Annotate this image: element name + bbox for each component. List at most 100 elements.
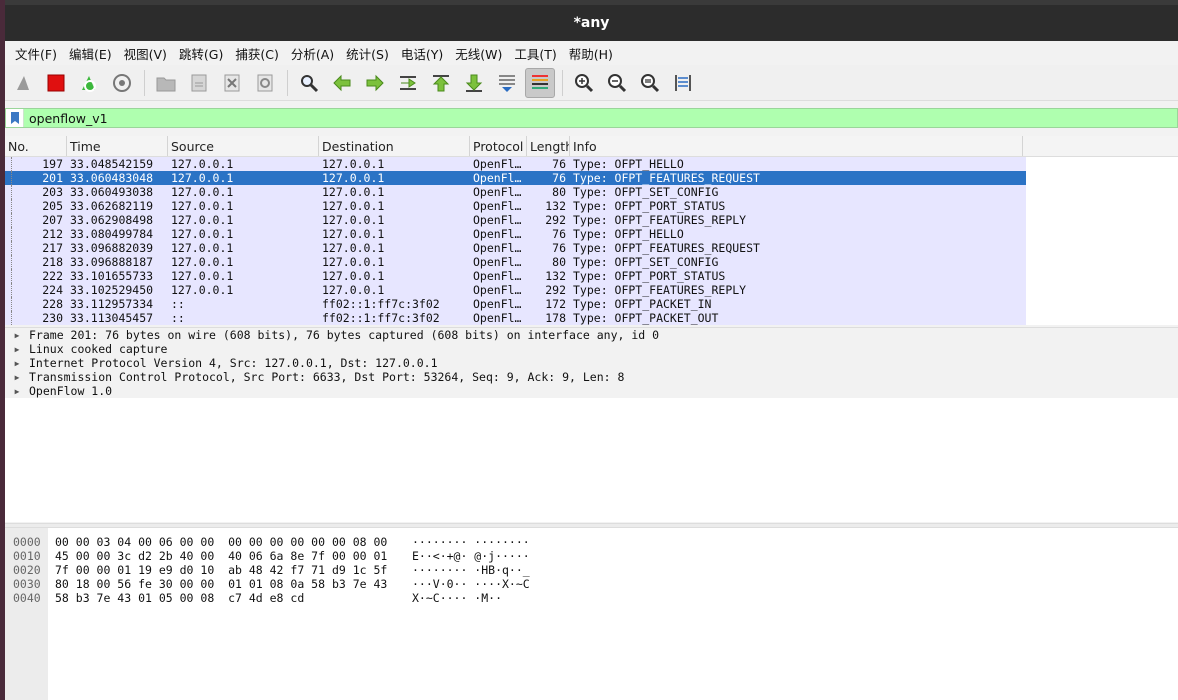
packet-protocol: OpenFl…	[473, 185, 522, 199]
packet-length: 76	[552, 157, 566, 171]
open-file-button[interactable]	[151, 68, 181, 98]
resize-columns-button[interactable]	[668, 68, 698, 98]
zoom-out-button[interactable]	[602, 68, 632, 98]
packet-length: 76	[552, 171, 566, 185]
ascii-bytes[interactable]: ···V·0·· ····X·~C	[412, 577, 530, 591]
packet-number: 222	[42, 269, 63, 283]
resize-columns-icon	[675, 74, 691, 91]
packet-info: Type: OFPT_FEATURES_REQUEST	[573, 171, 760, 185]
auto-scroll-button[interactable]	[492, 68, 522, 98]
packet-time: 33.060483048	[70, 171, 154, 185]
menu-item[interactable]: 电话(Y)	[395, 44, 449, 63]
expand-arrow-icon[interactable]: ▶	[5, 359, 29, 368]
packet-row[interactable]: 203 33.060493038 127.0.0.1 127.0.0.1 OpenFl……	[5, 185, 1178, 199]
hex-offset: 0010	[13, 549, 41, 563]
colorize-button[interactable]	[525, 67, 555, 98]
detail-tree-item[interactable]: ▶ Transmission Control Protocol, Src Port…	[5, 370, 1178, 384]
packet-row[interactable]: 197 33.048542159 127.0.0.1 127.0.0.1 OpenFl……	[5, 157, 1178, 171]
ascii-bytes[interactable]: X·~C···· ·M··	[412, 591, 502, 605]
auto-scroll-icon	[499, 74, 515, 92]
packet-row[interactable]: 217 33.096882039 127.0.0.1 127.0.0.1 OpenFl……	[5, 241, 1178, 255]
packet-length: 80	[552, 255, 566, 269]
menu-item[interactable]: 帮助(H)	[563, 44, 619, 63]
packet-time: 33.113045457	[70, 311, 154, 325]
hex-bytes[interactable]: 7f 00 00 01 19 e9 d0 10 ab 48 42 f7 71 d…	[55, 563, 387, 577]
detail-label: Linux cooked capture	[29, 342, 168, 356]
packet-row[interactable]: 205 33.062682119 127.0.0.1 127.0.0.1 OpenFl……	[5, 199, 1178, 213]
menu-item[interactable]: 跳转(G)	[173, 44, 229, 63]
menu-item[interactable]: 视图(V)	[118, 44, 173, 63]
find-packet-button[interactable]	[294, 68, 324, 98]
detail-tree-item[interactable]: ▶ OpenFlow 1.0	[5, 384, 1178, 398]
packet-protocol: OpenFl…	[473, 269, 522, 283]
packet-row[interactable]: 228 33.112957334:: ff02::1:ff7c:3f02 OpenFl…	[5, 297, 1178, 311]
ascii-bytes[interactable]: ········ ·HB·q··_	[412, 563, 530, 577]
packet-source: 127.0.0.1	[171, 171, 234, 185]
packet-source: 127.0.0.1	[171, 185, 234, 199]
menu-item[interactable]: 无线(W)	[449, 44, 508, 63]
go-forward-button[interactable]	[360, 68, 390, 98]
go-to-packet-button[interactable]	[393, 68, 423, 98]
column-header[interactable]: Source	[168, 136, 319, 156]
expand-arrow-icon[interactable]: ▶	[5, 373, 29, 382]
packet-time: 33.062908498	[70, 213, 154, 227]
hex-bytes[interactable]: 58 b3 7e 43 01 05 00 08 c7 4d e8 cd	[55, 591, 304, 605]
conversation-marker	[5, 171, 25, 185]
column-header[interactable]: Protocol	[470, 136, 527, 156]
conversation-marker	[5, 311, 25, 325]
conversation-marker	[5, 227, 25, 241]
capture-options-button[interactable]	[107, 68, 137, 98]
expand-arrow-icon[interactable]: ▶	[5, 345, 29, 354]
column-header[interactable]: No.	[5, 136, 67, 156]
packet-row[interactable]: 230 33.113045457:: ff02::1:ff7c:3f02 OpenFl…	[5, 311, 1178, 325]
packet-row[interactable]: 222 33.101655733 127.0.0.1 127.0.0.1 OpenFl……	[5, 269, 1178, 283]
menu-item[interactable]: 工具(T)	[508, 44, 562, 63]
packet-time: 33.096888187	[70, 255, 154, 269]
stop-capture-button[interactable]	[41, 68, 71, 98]
start-capture-button[interactable]	[8, 68, 38, 98]
expand-arrow-icon[interactable]: ▶	[5, 331, 29, 340]
restart-capture-button[interactable]	[74, 68, 104, 98]
detail-label: Internet Protocol Version 4, Src: 127.0.…	[29, 356, 438, 370]
column-header[interactable]: Length	[527, 136, 570, 156]
menu-item[interactable]: 分析(A)	[285, 44, 340, 63]
column-header[interactable]: Info	[570, 136, 1023, 156]
packet-protocol: OpenFl…	[473, 311, 522, 325]
hex-bytes[interactable]: 00 00 03 04 00 06 00 00 00 00 00 00 00 0…	[55, 535, 387, 549]
packet-row[interactable]: 218 33.096888187 127.0.0.1 127.0.0.1 OpenFl……	[5, 255, 1178, 269]
display-filter-bar: openflow_v1	[5, 108, 1178, 128]
bookmark-icon[interactable]	[6, 109, 24, 127]
go-back-button[interactable]	[327, 68, 357, 98]
menu-item[interactable]: 编辑(E)	[63, 44, 118, 63]
ascii-bytes[interactable]: ········ ········	[412, 535, 530, 549]
hex-bytes[interactable]: 80 18 00 56 fe 30 00 00 01 01 08 0a 58 b…	[55, 577, 387, 591]
detail-tree-item[interactable]: ▶ Linux cooked capture	[5, 342, 1178, 356]
packet-info: Type: OFPT_FEATURES_REQUEST	[573, 241, 760, 255]
ascii-bytes[interactable]: E··<·+@· @·j·····	[412, 549, 530, 563]
packet-number: 201	[42, 171, 63, 185]
zoom-in-button[interactable]	[569, 68, 599, 98]
column-header[interactable]: Destination	[319, 136, 470, 156]
packet-destination: ff02::1:ff7c:3f02	[322, 311, 440, 325]
close-file-button[interactable]	[217, 68, 247, 98]
menu-item[interactable]: 统计(S)	[340, 44, 395, 63]
display-filter-input[interactable]: openflow_v1	[29, 111, 108, 126]
packet-row[interactable]: 207 33.062908498 127.0.0.1 127.0.0.1 OpenFl……	[5, 213, 1178, 227]
detail-tree-item[interactable]: ▶ Internet Protocol Version 4, Src: 127.0…	[5, 356, 1178, 370]
go-last-button[interactable]	[459, 68, 489, 98]
packet-row[interactable]: 212 33.080499784 127.0.0.1 127.0.0.1 OpenFl……	[5, 227, 1178, 241]
packet-row[interactable]: 224 33.102529450 127.0.0.1 127.0.0.1 OpenFl……	[5, 283, 1178, 297]
packet-row[interactable]: 201 33.060483048 127.0.0.1 127.0.0.1 OpenFl……	[5, 171, 1178, 185]
reload-file-button[interactable]	[250, 68, 280, 98]
save-file-button[interactable]	[184, 68, 214, 98]
packet-destination: 127.0.0.1	[322, 213, 385, 227]
zoom-normal-button[interactable]	[635, 68, 665, 98]
go-first-button[interactable]	[426, 68, 456, 98]
detail-tree-item[interactable]: ▶ Frame 201: 76 bytes on wire (608 bits),…	[5, 328, 1178, 342]
menu-item[interactable]: 捕获(C)	[229, 44, 284, 63]
packet-protocol: OpenFl…	[473, 157, 522, 171]
expand-arrow-icon[interactable]: ▶	[5, 387, 29, 396]
menu-item[interactable]: 文件(F)	[9, 44, 63, 63]
column-header[interactable]: Time	[67, 136, 168, 156]
hex-bytes[interactable]: 45 00 00 3c d2 2b 40 00 40 06 6a 8e 7f 0…	[55, 549, 387, 563]
